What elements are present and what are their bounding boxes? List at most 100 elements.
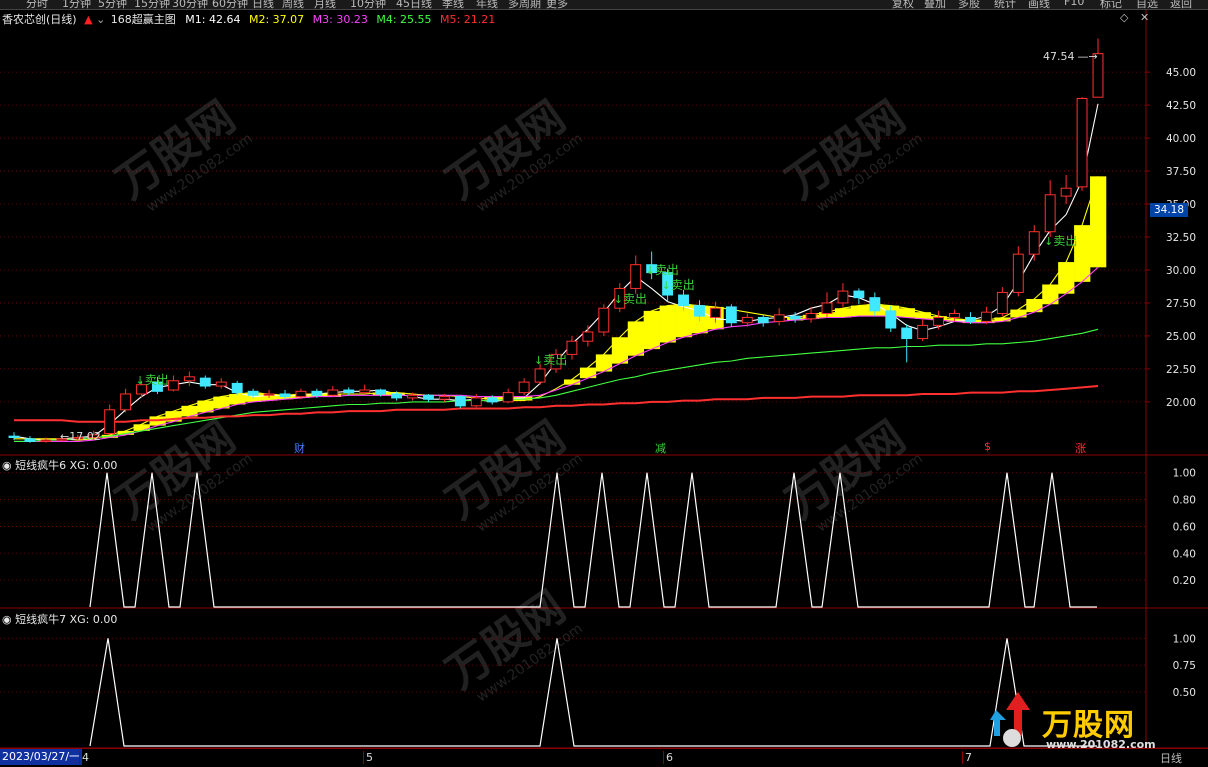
main-y-tick: 37.50 xyxy=(1166,166,1196,178)
candle-body xyxy=(359,389,371,394)
candle-body xyxy=(821,302,833,315)
candle-body xyxy=(789,315,801,320)
toolbar-button-6[interactable]: 标记 xyxy=(1100,0,1122,9)
toolbar-button-7[interactable]: 自选 xyxy=(1136,0,1158,9)
candle xyxy=(773,308,785,326)
sell-label: 卖出 xyxy=(543,353,568,368)
candle xyxy=(167,375,179,392)
candle-body xyxy=(949,313,960,318)
candle-body xyxy=(1044,194,1056,233)
tab-12[interactable]: 年线 xyxy=(476,0,498,9)
watermark-5: 万股网www.201082.com xyxy=(777,412,926,536)
logo-emblem-icon xyxy=(990,690,1036,748)
toolbar-button-5[interactable]: F10 xyxy=(1064,0,1084,8)
candle-body xyxy=(598,307,610,333)
candle-body xyxy=(1076,98,1088,188)
tab-3[interactable]: 15分钟 xyxy=(134,0,170,9)
tab-13[interactable]: 多周期 xyxy=(508,0,541,9)
candle-body xyxy=(534,368,546,383)
main-y-tick: 25.00 xyxy=(1166,331,1196,343)
candle-body xyxy=(996,291,1008,315)
watermark-0: 万股网www.201082.com xyxy=(107,92,256,216)
candle xyxy=(502,388,514,404)
period-toolbar: 分时 1分钟 5分钟 15分钟 30分钟 60分钟 日线 周线 月线 10分钟 45日线 季线 年线 多周… xyxy=(0,0,1208,10)
tab-0[interactable]: 分时 xyxy=(26,0,48,9)
ma3-label: M3: 30.23 xyxy=(312,13,368,26)
tab-8[interactable]: 月线 xyxy=(314,0,336,9)
candle-body xyxy=(407,394,418,399)
toolbar-button-2[interactable]: 多股 xyxy=(958,0,980,9)
candle xyxy=(757,314,769,327)
candle-body xyxy=(423,394,434,400)
tab-6[interactable]: 日线 xyxy=(252,0,274,9)
sub1-menu-icon[interactable]: ◉ xyxy=(2,459,12,472)
event-marker-1[interactable]: 减 xyxy=(655,440,666,456)
tab-2[interactable]: 5分钟 xyxy=(98,0,127,9)
candle xyxy=(423,393,434,402)
candle-body xyxy=(438,396,450,400)
arrow-up-icon[interactable]: ▲ xyxy=(84,13,92,26)
sub1-header: ◉ 短线疯牛6 XG: 0.00 xyxy=(2,457,117,473)
candle xyxy=(231,380,243,396)
event-marker-3[interactable]: 涨 xyxy=(1075,440,1086,456)
xg-signal-line xyxy=(89,638,1097,747)
candle-body xyxy=(327,389,339,396)
toolbar-button-0[interactable]: 复权 xyxy=(892,0,914,9)
event-marker-0[interactable]: 财 xyxy=(294,440,305,456)
sub2-menu-icon[interactable]: ◉ xyxy=(2,613,12,626)
candle-body xyxy=(375,389,387,395)
sub-y-tick: 0.60 xyxy=(1173,521,1196,533)
tab-11[interactable]: 季线 xyxy=(442,0,464,9)
candle-body xyxy=(837,290,849,304)
candle-body xyxy=(231,382,243,394)
chart-canvas: 万股网www.201082.com 万股网www.201082.com 万股网www… xyxy=(0,10,1208,766)
watermark-1: 万股网www.201082.com xyxy=(437,92,586,216)
sell-label: 卖出 xyxy=(670,277,695,292)
sell-label: 卖出 xyxy=(1053,234,1078,249)
candle-body xyxy=(518,381,530,394)
toolbar-button-3[interactable]: 统计 xyxy=(994,0,1016,9)
sub1-title: 短线疯牛6 XG: 0.00 xyxy=(15,459,118,472)
diamond-icon[interactable]: ◇ xyxy=(1120,11,1128,24)
candle-body xyxy=(965,316,976,322)
candle xyxy=(24,436,36,443)
candle-body xyxy=(167,380,179,391)
period-label[interactable]: 日线 xyxy=(1160,750,1182,766)
tab-7[interactable]: 周线 xyxy=(282,0,304,9)
ribbon-block xyxy=(1090,176,1107,268)
candle xyxy=(199,375,211,389)
candle xyxy=(566,335,578,360)
ribbon-block xyxy=(1042,284,1059,305)
tab-10[interactable]: 45日线 xyxy=(396,0,432,9)
sell-label: 卖出 xyxy=(622,292,647,307)
event-marker-2[interactable]: $ xyxy=(984,440,991,453)
tab-14[interactable]: 更多 xyxy=(546,0,568,9)
arrow-down-icon: ↓ xyxy=(661,278,671,292)
indicator-name[interactable]: 168超赢主图 xyxy=(111,13,176,26)
sub2-header: ◉ 短线疯牛7 XG: 0.00 xyxy=(2,611,117,627)
close-icon[interactable]: ✕ xyxy=(1140,11,1149,24)
tab-5[interactable]: 60分钟 xyxy=(212,0,248,9)
ribbon-block xyxy=(1026,298,1043,313)
candle-body xyxy=(391,393,403,399)
main-y-tick: 27.50 xyxy=(1166,298,1196,310)
tab-1[interactable]: 1分钟 xyxy=(62,0,91,9)
tab-4[interactable]: 30分钟 xyxy=(172,0,208,9)
candle-body xyxy=(709,307,721,318)
arrow-down-icon: ↓ xyxy=(534,354,544,368)
ribbon-block xyxy=(611,337,629,364)
candle-body xyxy=(1012,253,1024,293)
ribbon-block xyxy=(229,393,246,405)
sub-y-tick: 0.50 xyxy=(1173,687,1196,699)
candle-body xyxy=(773,314,785,322)
watermark-6: 万股网www.201082.com xyxy=(437,582,586,706)
ma-line-M2 xyxy=(14,176,1099,441)
chevron-down-icon[interactable]: ⌄ xyxy=(96,13,105,26)
ribbon-block xyxy=(659,305,676,343)
toolbar-button-8[interactable]: 返回 xyxy=(1170,0,1192,9)
candle-body xyxy=(502,392,514,403)
toolbar-button-1[interactable]: 叠加 xyxy=(924,0,946,9)
candle-body xyxy=(104,409,116,435)
toolbar-button-4[interactable]: 画线 xyxy=(1028,0,1050,9)
tab-9[interactable]: 10分钟 xyxy=(350,0,386,9)
